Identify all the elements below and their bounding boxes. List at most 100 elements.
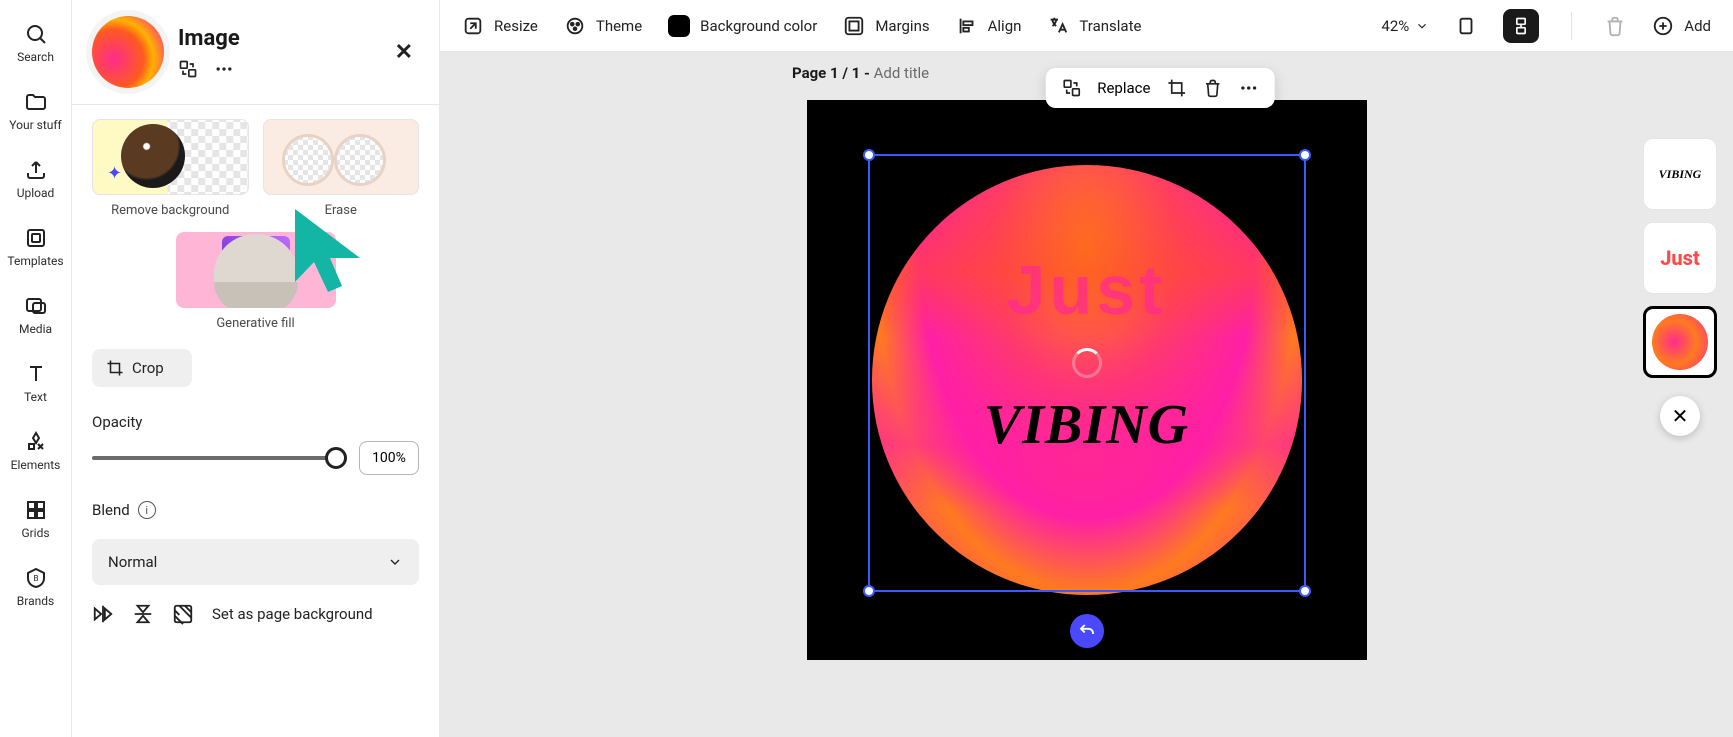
rail-brands-label: Brands [17, 594, 54, 608]
set-bg-label[interactable]: Set as page background [212, 605, 373, 623]
sparkle-icon: ✦ [107, 163, 122, 184]
rail-templates[interactable]: Templates [0, 216, 71, 278]
selection-box[interactable] [868, 154, 1306, 592]
replace-icon[interactable] [178, 59, 198, 79]
chevron-down-icon [387, 554, 403, 570]
blend-label-row: Blend i [72, 475, 439, 529]
folder-icon [24, 90, 48, 114]
zoom-value: 42% [1381, 17, 1409, 35]
canvas-page[interactable]: Replace Just VIBING [807, 100, 1367, 660]
generative-fill-card[interactable]: Generative fill [92, 232, 419, 331]
remove-bg-label: Remove background [111, 203, 229, 218]
opacity-input[interactable] [359, 441, 419, 475]
add-button[interactable]: Add [1652, 15, 1711, 37]
blend-label: Blend [92, 501, 130, 519]
canvas-area[interactable]: Page 1 / 1 - Add title Replace Just VIBI… [440, 52, 1733, 737]
resize-handle-se[interactable] [1299, 585, 1311, 597]
rail-text[interactable]: Text [0, 352, 71, 414]
layer-thumb-vibing[interactable]: VIBING [1643, 138, 1717, 210]
single-page-icon [1455, 15, 1477, 37]
rail-media[interactable]: Media [0, 284, 71, 346]
text-icon [24, 362, 48, 386]
resize-button[interactable]: Resize [462, 15, 538, 37]
page-label[interactable]: Page 1 / 1 - Add title [792, 64, 929, 82]
grids-icon [24, 498, 48, 522]
rail-elements[interactable]: Elements [0, 420, 71, 482]
rail-elements-label: Elements [11, 458, 61, 472]
more-icon[interactable] [214, 59, 234, 79]
gen-fill-thumb [176, 232, 336, 308]
rail-your-stuff-label: Your stuff [9, 118, 61, 132]
blend-mode-select[interactable]: Normal [92, 539, 419, 585]
opacity-slider-thumb[interactable] [325, 447, 347, 469]
resize-label: Resize [494, 17, 538, 35]
delete-button[interactable] [1604, 15, 1626, 37]
crop-button[interactable]: Crop [92, 349, 192, 387]
margins-icon [843, 15, 865, 37]
margins-button[interactable]: Margins [843, 15, 929, 37]
align-button[interactable]: Align [956, 15, 1022, 37]
resize-handle-sw[interactable] [863, 585, 875, 597]
flip-v-icon[interactable] [132, 603, 154, 625]
image-properties-panel: Image ✕ ✦ Remove background Erase Genera… [72, 0, 440, 737]
opacity-label: Opacity [72, 387, 439, 441]
layer-thumb-gradient[interactable] [1643, 306, 1717, 378]
crop-icon [106, 359, 124, 377]
templates-icon [24, 226, 48, 250]
theme-button[interactable]: Theme [564, 15, 642, 37]
scroll-view-button[interactable] [1503, 9, 1539, 43]
theme-label: Theme [596, 17, 642, 35]
rail-grids[interactable]: Grids [0, 488, 71, 550]
top-toolbar: Resize Theme Background color Margins Al… [440, 0, 1733, 52]
scroll-view-icon [1511, 16, 1531, 36]
rail-upload[interactable]: Upload [0, 148, 71, 210]
layer-thumb-just[interactable]: Just [1643, 222, 1717, 294]
selected-image-thumbnail [92, 16, 164, 88]
search-icon [24, 22, 48, 46]
bgcolor-label: Background color [700, 17, 817, 35]
rail-text-label: Text [24, 390, 47, 404]
flip-h-icon[interactable] [92, 603, 114, 625]
remove-background-card[interactable]: ✦ Remove background [92, 119, 249, 218]
close-panel-button[interactable]: ✕ [389, 34, 419, 71]
rail-search-label: Search [17, 50, 54, 64]
align-icon [956, 15, 978, 37]
main-area: Resize Theme Background color Margins Al… [440, 0, 1733, 737]
erase-thumb [263, 119, 420, 195]
replace-icon[interactable] [1061, 78, 1081, 98]
trash-icon [1604, 15, 1626, 37]
panel-title: Image [178, 26, 375, 51]
replace-label[interactable]: Replace [1097, 79, 1150, 97]
zoom-control[interactable]: 42% [1381, 17, 1429, 35]
bgcolor-button[interactable]: Background color [668, 15, 817, 37]
crop-icon[interactable] [1166, 78, 1186, 98]
resize-handle-nw[interactable] [863, 149, 875, 161]
rail-your-stuff[interactable]: Your stuff [0, 80, 71, 142]
info-icon[interactable]: i [138, 501, 156, 519]
erase-label: Erase [325, 203, 357, 218]
translate-icon [1047, 15, 1069, 37]
more-icon[interactable] [1238, 78, 1258, 98]
resize-handle-ne[interactable] [1299, 149, 1311, 161]
resize-icon [462, 15, 484, 37]
opacity-slider[interactable] [92, 456, 345, 460]
plus-circle-icon [1652, 15, 1674, 37]
close-layers-button[interactable]: ✕ [1660, 396, 1700, 436]
add-label: Add [1684, 17, 1711, 35]
erase-card[interactable]: Erase [263, 119, 420, 218]
trash-icon[interactable] [1202, 78, 1222, 98]
translate-button[interactable]: Translate [1047, 15, 1141, 37]
rail-search[interactable]: Search [0, 12, 71, 74]
margins-label: Margins [875, 17, 929, 35]
pattern-icon[interactable] [172, 603, 194, 625]
rail-upload-label: Upload [17, 186, 55, 200]
rail-brands[interactable]: B Brands [0, 556, 71, 618]
gen-fill-label: Generative fill [216, 316, 294, 331]
media-icon [24, 294, 48, 318]
undo-fab[interactable] [1070, 614, 1104, 648]
gradient-mini-icon [1652, 314, 1708, 370]
brands-icon: B [24, 566, 48, 590]
single-page-view-button[interactable] [1455, 15, 1477, 37]
left-rail: Search Your stuff Upload Templates Media… [0, 0, 72, 737]
bgcolor-swatch-icon [668, 15, 690, 37]
